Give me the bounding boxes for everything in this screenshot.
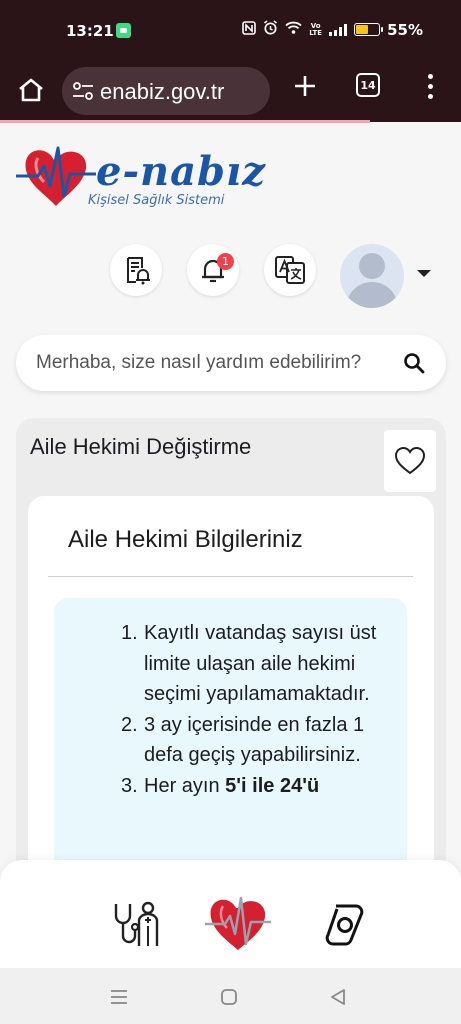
document-bell-icon — [127, 257, 150, 285]
page-load-progress — [0, 120, 370, 123]
search-input[interactable] — [36, 349, 391, 377]
status-bar: 13:21 Vo LTE 55% — [0, 0, 461, 60]
new-tab-button[interactable] — [288, 69, 322, 103]
rule-bold-text: 5'i ile 24'ü — [225, 774, 320, 797]
home-button[interactable] — [14, 73, 48, 107]
volte-indicator: Vo LTE — [309, 22, 323, 37]
enabiz-heart-icon — [205, 896, 271, 950]
family-doctor-info-card: Aile Hekimi Bilgileriniz Kayıtlı vatanda… — [28, 496, 434, 898]
heart-outline-icon — [394, 446, 426, 475]
doctor-icon — [114, 901, 159, 946]
search-icon[interactable] — [402, 351, 426, 375]
rules-list: Kayıtlı vatandaş sayısı üst limite ulaşa… — [121, 618, 394, 802]
rule-item: Kayıtlı vatandaş sayısı üst limite ulaşa… — [121, 618, 394, 710]
tab-count: 14 — [360, 78, 376, 92]
translate-icon — [275, 256, 305, 284]
rule-text: Her ayın — [144, 774, 226, 797]
plus-icon — [295, 76, 315, 96]
card-title: Aile Hekimi Değiştirme — [30, 434, 252, 459]
nfc-icon — [242, 20, 257, 39]
bottom-navigation — [0, 860, 461, 968]
browser-menu-button[interactable] — [420, 71, 440, 103]
home-nav-icon[interactable] — [218, 986, 240, 1008]
lte-label: LTE — [309, 28, 323, 37]
camera-lens-icon — [325, 904, 364, 946]
rule-item: 3 ay içerisinde en fazla 1 defa geçiş ya… — [121, 710, 394, 771]
nav-enabiz-home[interactable] — [205, 892, 271, 954]
user-avatar-icon — [359, 253, 385, 279]
wifi-icon — [285, 21, 302, 38]
back-icon[interactable] — [327, 986, 349, 1008]
enabiz-logo[interactable]: e-nabız Kişisel Sağlık Sistemi — [16, 140, 266, 215]
message-notification-icon — [116, 23, 131, 38]
home-icon — [19, 78, 43, 102]
logo-subtitle: Kişisel Sağlık Sistemi — [88, 193, 225, 208]
battery-percent: 55% — [387, 20, 423, 39]
notifications-button[interactable]: 1 — [187, 244, 239, 296]
system-navigation-bar — [0, 968, 461, 1024]
browser-toolbar: enabiz.gov.tr 14 — [0, 60, 461, 122]
user-avatar[interactable] — [340, 244, 404, 308]
assistant-search-bar[interactable] — [16, 335, 446, 391]
document-notifications-button[interactable] — [110, 244, 162, 296]
rule-item: Her ayın 5'i ile 24'ü — [121, 771, 394, 802]
status-time: 13:21 — [66, 22, 114, 40]
url-text: enabiz.gov.tr — [100, 79, 225, 104]
site-settings-icon[interactable] — [72, 82, 94, 100]
recent-apps-icon[interactable] — [108, 986, 130, 1008]
inner-card-title: Aile Hekimi Bilgileriniz — [68, 526, 303, 553]
battery-level — [356, 25, 368, 34]
signal-icon — [329, 23, 348, 36]
battery-icon — [354, 23, 384, 36]
service-card: Aile Hekimi Değiştirme Aile Hekimi Bilgi… — [16, 418, 446, 898]
language-button[interactable] — [264, 244, 316, 296]
address-bar[interactable]: enabiz.gov.tr — [62, 67, 270, 115]
notification-badge: 1 — [217, 253, 234, 270]
logo-wordmark: e-nabız — [96, 148, 266, 195]
rule-text: 3 ay içerisinde en fazla 1 defa geçiş ya… — [144, 713, 365, 767]
rules-info-box: Kayıtlı vatandaş sayısı üst limite ulaşa… — [54, 598, 407, 898]
tab-switcher-button[interactable]: 14 — [356, 73, 380, 97]
status-icons: Vo LTE 55% — [242, 20, 423, 39]
nav-scan[interactable] — [318, 896, 374, 952]
alarm-icon — [263, 20, 278, 39]
nav-doctor[interactable] — [108, 896, 164, 952]
divider — [48, 576, 413, 577]
favorite-button[interactable] — [384, 430, 436, 492]
rule-text: Kayıtlı vatandaş sayısı üst limite ulaşa… — [144, 622, 377, 705]
profile-menu-caret-icon[interactable] — [417, 270, 431, 277]
